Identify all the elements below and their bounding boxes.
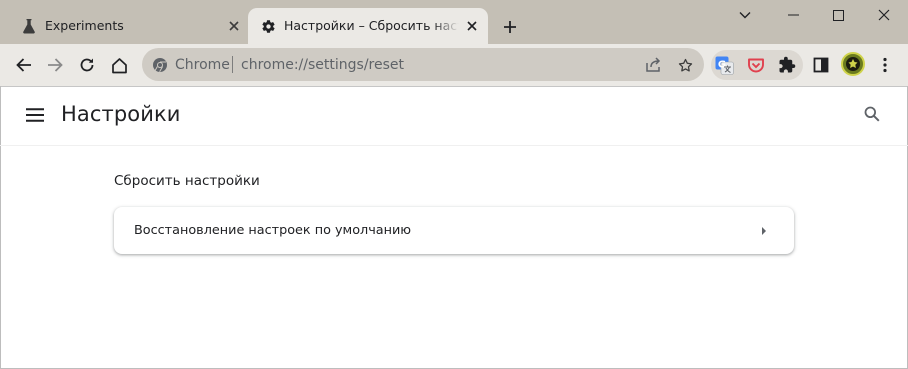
section-title: Сбросить настройки [114,173,260,189]
profile-avatar[interactable] [841,52,865,76]
omnibox-divider [232,56,233,73]
restore-defaults-row[interactable]: Восстановление настроек по умолчанию [114,207,794,254]
home-icon[interactable] [107,53,131,77]
arrow-right-icon [756,223,772,239]
share-icon[interactable] [643,55,663,75]
gear-icon [259,17,277,35]
tab-title: Experiments [45,18,124,33]
hamburger-menu-icon[interactable] [24,104,46,126]
close-icon[interactable] [464,18,480,34]
close-icon[interactable] [226,18,242,34]
new-tab-icon[interactable] [499,16,521,38]
tab-settings-reset[interactable]: Настройки – Сбросить настройки [248,8,488,44]
back-arrow-icon[interactable] [11,53,35,77]
header-divider [0,145,908,146]
google-translate-icon[interactable]: G [714,55,734,75]
close-window-icon[interactable] [873,4,895,26]
tab-title: Настройки – Сбросить настройки [284,18,459,33]
restore-defaults-label: Восстановление настроек по умолчанию [134,223,412,238]
flask-icon [20,17,38,35]
chrome-logo-icon [151,56,168,73]
url-text[interactable]: chrome://settings/reset [241,57,404,73]
maximize-icon[interactable] [827,4,849,26]
page-title: Настройки [61,102,181,126]
toolbar: Chrome chrome://settings/reset G [0,44,908,86]
site-chip-label: Chrome [175,57,230,73]
pocket-icon[interactable] [746,55,766,75]
address-bar[interactable]: Chrome chrome://settings/reset [142,48,704,81]
forward-arrow-icon[interactable] [43,53,67,77]
minimize-icon[interactable] [782,4,804,26]
tab-experiments[interactable]: Experiments [0,8,248,44]
toolbar-divider [0,86,908,87]
window-frame-left [0,86,1,369]
reload-icon[interactable] [75,53,99,77]
tab-strip: Experiments Настройки – Сбросить настрой… [0,0,908,44]
bookmark-star-icon[interactable] [675,55,695,75]
tab-search-chevron-icon[interactable] [734,4,756,26]
search-icon[interactable] [862,104,882,124]
side-panel-icon[interactable] [809,53,833,77]
extensions-group: G [711,50,803,80]
puzzle-extensions-icon[interactable] [777,55,797,75]
svg-text:G: G [717,59,725,70]
more-menu-icon[interactable] [873,53,897,77]
